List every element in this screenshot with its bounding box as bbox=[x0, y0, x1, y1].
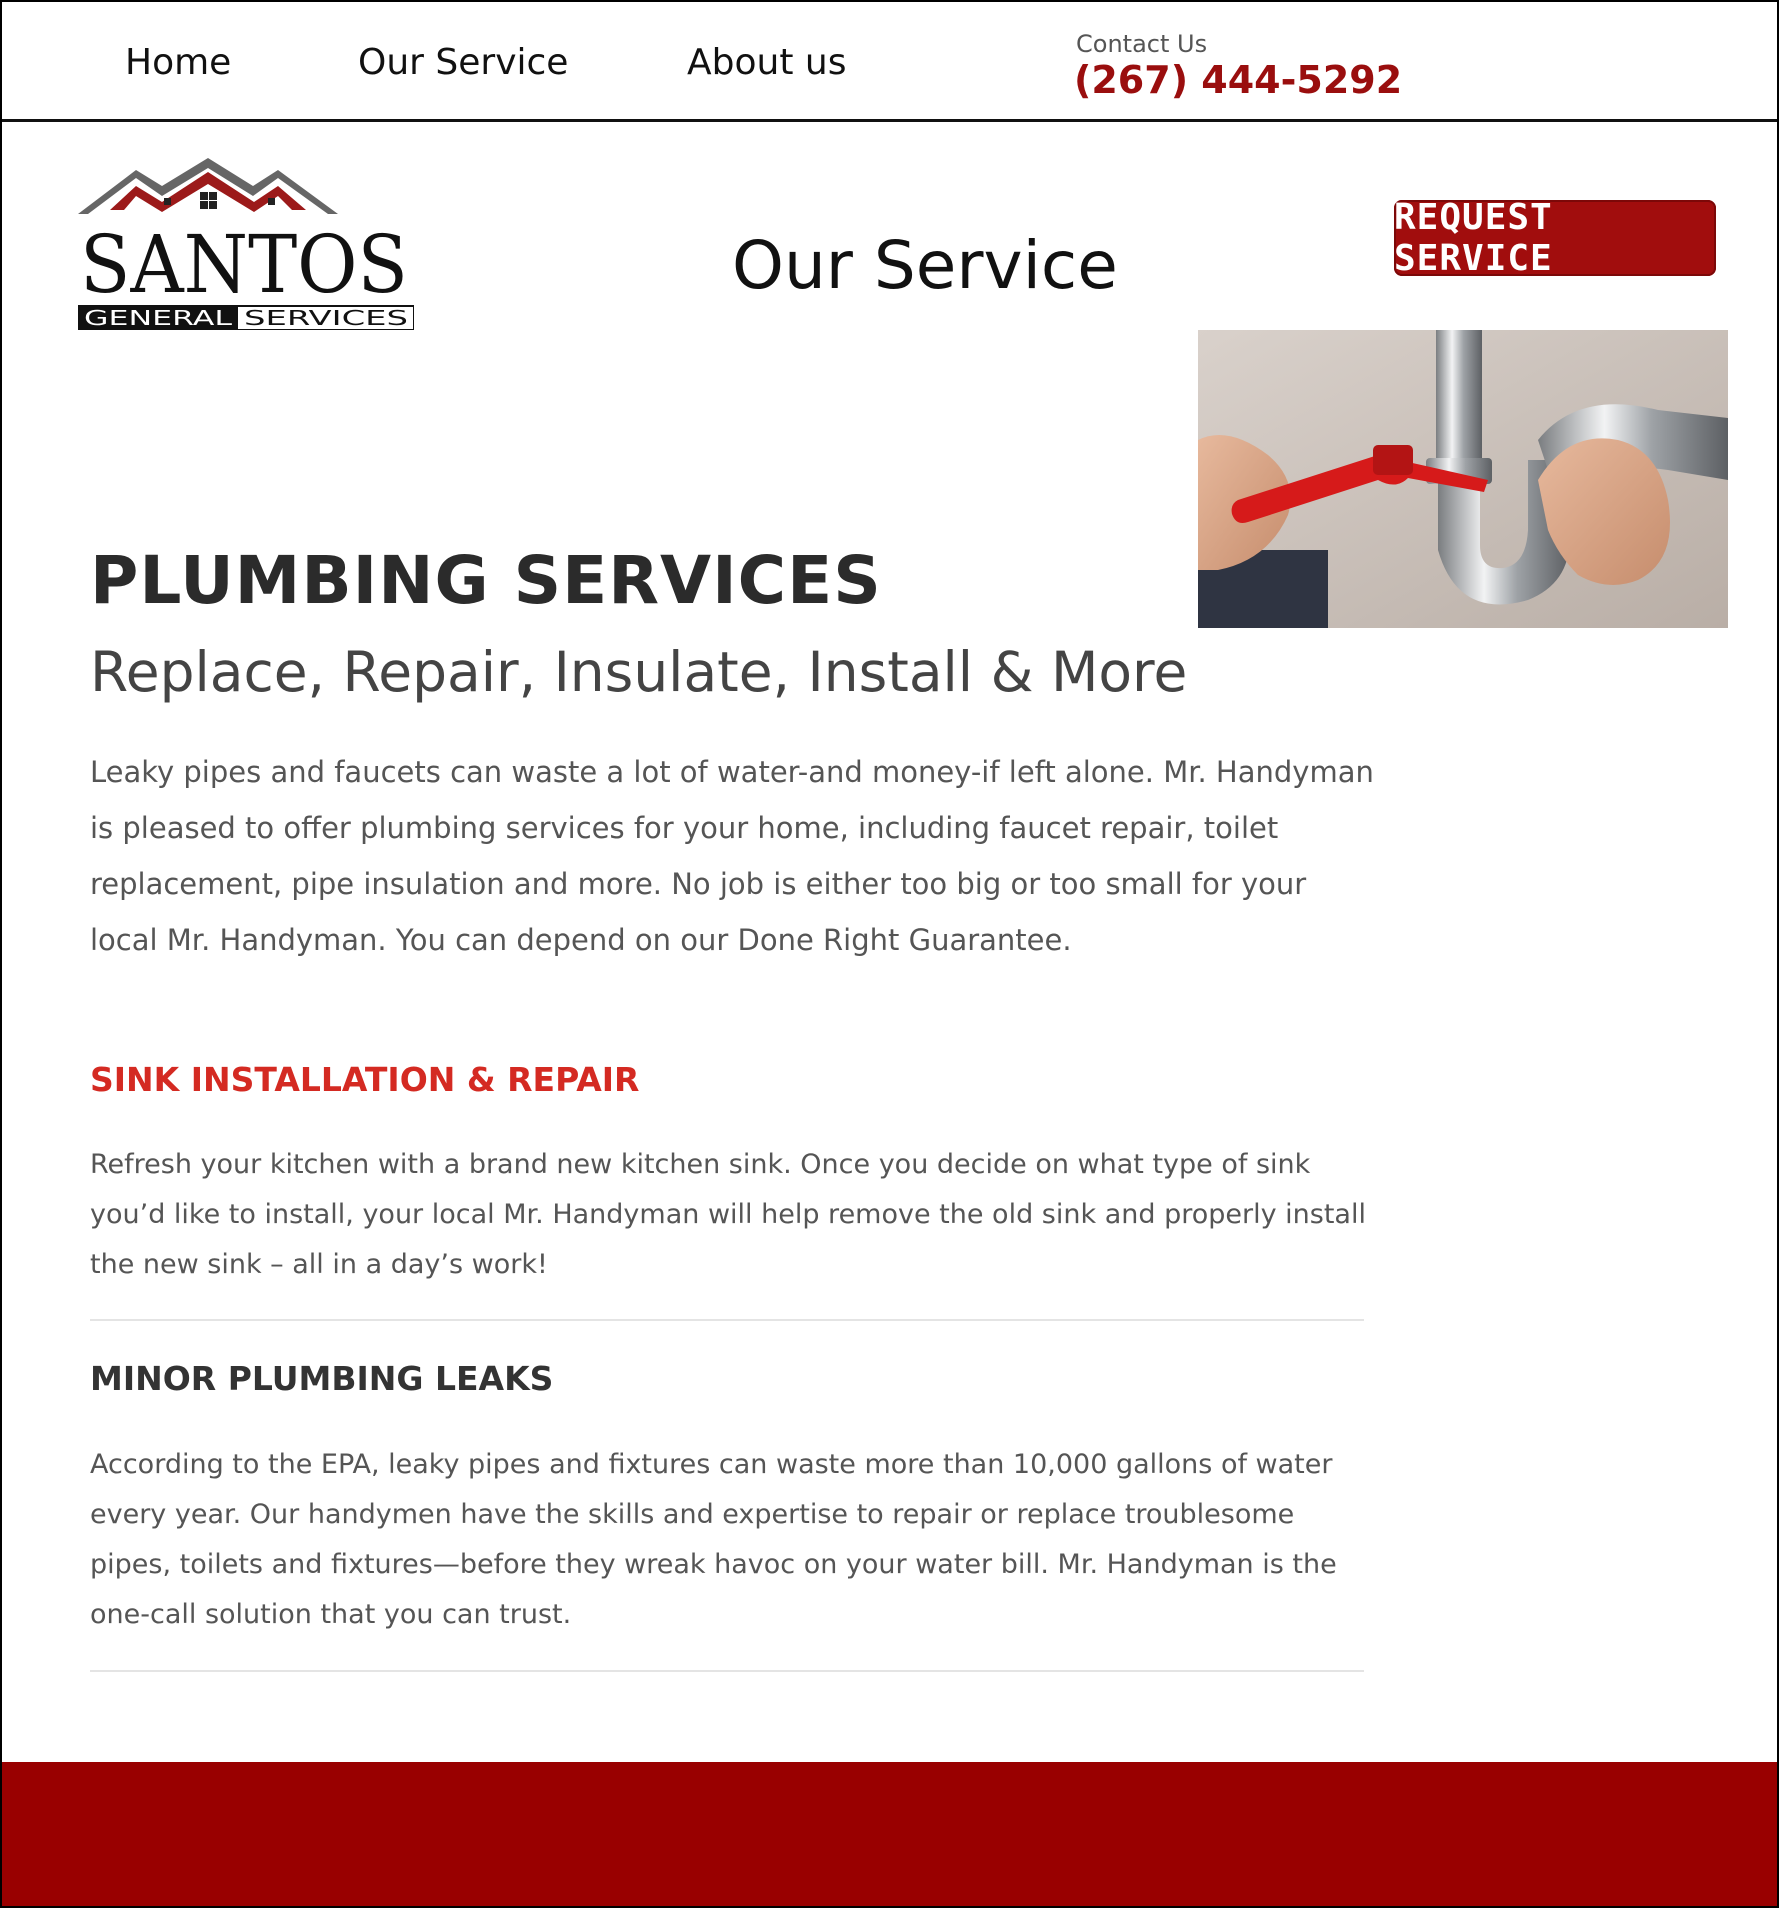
section-divider bbox=[90, 1319, 1364, 1321]
contact-phone-link[interactable]: (267) 444-5292 bbox=[1074, 58, 1402, 102]
logo-tagline-left: GENERAL bbox=[84, 306, 233, 330]
logo-tagline-right: SERVICES bbox=[244, 306, 408, 330]
section-body-leaks: According to the EPA, leaky pipes and fi… bbox=[90, 1449, 1337, 1630]
santos-logo[interactable]: SANTOS GENERAL SERVICES bbox=[78, 156, 414, 330]
plumbing-services-title: PLUMBING SERVICES bbox=[90, 542, 882, 619]
contact-label: Contact Us bbox=[1076, 30, 1208, 58]
nav-link-our-service[interactable]: Our Service bbox=[358, 42, 568, 83]
footer-bar bbox=[2, 1762, 1777, 1906]
nav-link-home[interactable]: Home bbox=[125, 42, 231, 83]
page-title: Our Service bbox=[732, 227, 1118, 304]
plumbing-wrench-photo bbox=[1198, 330, 1728, 628]
plumbing-services-subtitle: Replace, Repair, Insulate, Install & Mor… bbox=[90, 640, 1188, 704]
logo-wordmark: SANTOS bbox=[80, 218, 408, 311]
section-divider bbox=[90, 1670, 1364, 1672]
plumbing-intro-text: Leaky pipes and faucets can waste a lot … bbox=[90, 755, 1374, 957]
section-heading-leaks: MINOR PLUMBING LEAKS bbox=[90, 1359, 554, 1398]
section-body-sink: Refresh your kitchen with a brand new ki… bbox=[90, 1149, 1366, 1280]
section-heading-sink: SINK INSTALLATION & REPAIR bbox=[90, 1060, 640, 1099]
nav-link-about-us[interactable]: About us bbox=[687, 42, 846, 83]
top-navbar: Home Our Service About us Contact Us (26… bbox=[2, 2, 1777, 122]
page-frame: Home Our Service About us Contact Us (26… bbox=[0, 0, 1779, 1908]
request-service-button[interactable]: REQUEST SERVICE bbox=[1394, 197, 1716, 279]
